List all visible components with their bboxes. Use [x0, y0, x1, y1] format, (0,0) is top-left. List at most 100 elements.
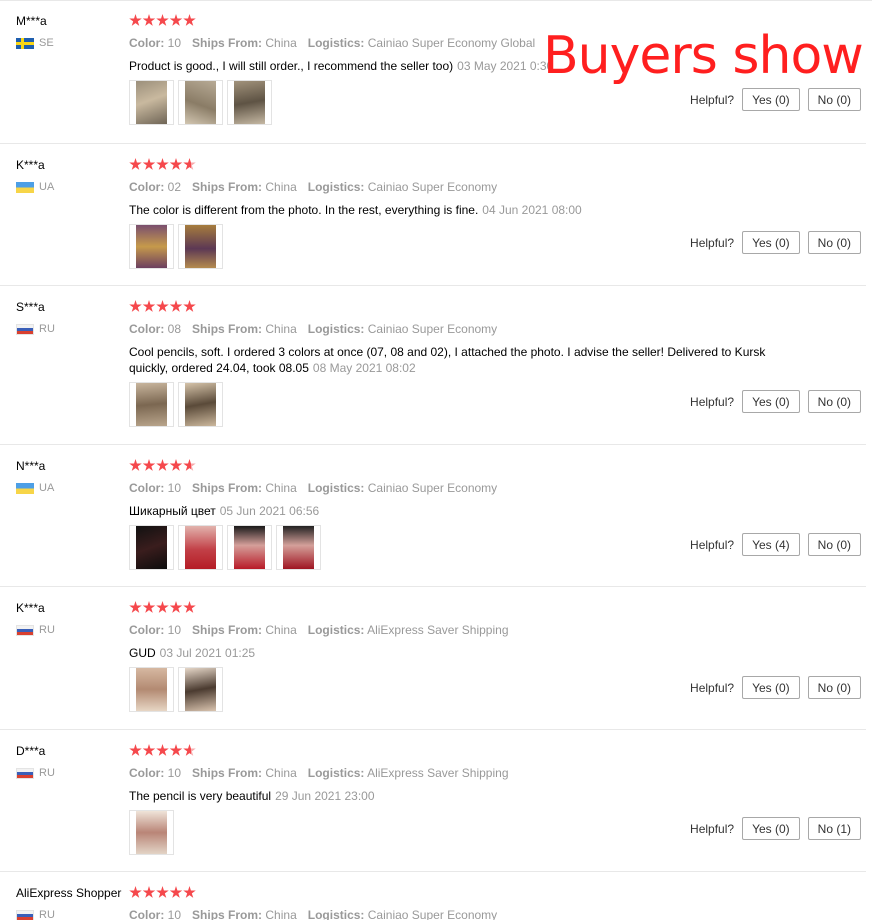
photo-image — [234, 81, 265, 124]
helpful-votes: Helpful? Yes (0) No (1) — [690, 817, 861, 840]
review-photo-thumbnail[interactable] — [227, 80, 272, 125]
review-text: Cool pencils, soft. I ordered 3 colors a… — [129, 344, 789, 376]
star-icon — [169, 459, 183, 471]
helpful-yes-button[interactable]: Yes (0) — [742, 231, 800, 254]
country-code: RU — [39, 767, 55, 779]
helpful-no-button[interactable]: No (1) — [807, 817, 861, 840]
review-text: GUD 03 Jul 2021 01:25 — [129, 645, 789, 661]
star-icon — [129, 300, 142, 312]
ships-from-label: Ships From: — [192, 36, 263, 50]
color-label: Color: — [129, 766, 165, 780]
color-value: 10 — [167, 36, 182, 50]
review-photos — [129, 224, 227, 269]
helpful-label: Helpful? — [690, 394, 735, 409]
order-details: Color: 10 Ships From: China Logistics: Cai… — [129, 481, 497, 495]
review-item: D***a RU Color: 10 Ships From: China Logisti… — [0, 730, 866, 872]
review-body: The color is different from the photo. I… — [129, 203, 479, 217]
reviewer-country: RU — [16, 767, 55, 779]
country-flag-icon — [16, 767, 34, 779]
review-photo-thumbnail[interactable] — [178, 667, 223, 712]
order-details: Color: 02 Ships From: China Logistics: Cai… — [129, 180, 497, 194]
star-icon — [156, 158, 169, 170]
photo-image — [136, 811, 167, 854]
ships-from-value: China — [265, 766, 297, 780]
helpful-yes-button[interactable]: Yes (4) — [742, 533, 800, 556]
star-icon — [142, 886, 156, 898]
review-photo-thumbnail[interactable] — [129, 810, 174, 855]
helpful-label: Helpful? — [690, 680, 735, 695]
review-date: 03 May 2021 0:30 — [457, 59, 554, 73]
ships-from-label: Ships From: — [192, 322, 263, 336]
star-icon — [156, 886, 169, 898]
logistics-value: Cainiao Super Economy — [367, 908, 498, 920]
review-photo-thumbnail[interactable] — [178, 224, 223, 269]
star-icon — [129, 459, 142, 471]
country-code: UA — [39, 482, 55, 494]
reviewer-country: RU — [16, 909, 55, 920]
ships-from-value: China — [265, 322, 297, 336]
color-label: Color: — [129, 36, 165, 50]
ships-from-value: China — [265, 623, 297, 637]
helpful-votes: Helpful? Yes (0) No (0) — [690, 231, 861, 254]
ships-from-value: China — [265, 36, 297, 50]
star-icon — [156, 744, 169, 756]
star-icon — [183, 459, 196, 471]
helpful-yes-button[interactable]: Yes (0) — [742, 676, 800, 699]
star-icon — [183, 300, 196, 312]
logistics-label: Logistics: — [307, 180, 365, 194]
helpful-yes-button[interactable]: Yes (0) — [742, 390, 800, 413]
photo-image — [136, 225, 167, 268]
helpful-no-button[interactable]: No (0) — [807, 390, 861, 413]
star-icon — [142, 459, 156, 471]
review-item: N***a UA Color: 10 Ships From: China Logisti… — [0, 445, 866, 587]
review-photo-thumbnail[interactable] — [129, 80, 174, 125]
star-icon — [169, 14, 183, 26]
photo-image — [185, 81, 216, 124]
logistics-value: Cainiao Super Economy — [367, 322, 498, 336]
color-label: Color: — [129, 908, 165, 920]
photo-image — [136, 383, 167, 426]
helpful-yes-button[interactable]: Yes (0) — [742, 88, 800, 111]
logistics-value: AliExpress Saver Shipping — [367, 623, 509, 637]
review-photo-thumbnail[interactable] — [276, 525, 321, 570]
review-photos — [129, 525, 325, 570]
helpful-votes: Helpful? Yes (4) No (0) — [690, 533, 861, 556]
review-photo-thumbnail[interactable] — [129, 224, 174, 269]
reviewer-name: K***a — [16, 158, 45, 172]
country-flag-icon — [16, 37, 34, 49]
review-body: GUD — [129, 646, 156, 660]
review-photo-thumbnail[interactable] — [178, 525, 223, 570]
reviewer-name: N***a — [16, 459, 46, 473]
helpful-label: Helpful? — [690, 537, 735, 552]
logistics-label: Logistics: — [307, 623, 365, 637]
country-code: RU — [39, 909, 55, 920]
photo-image — [234, 526, 265, 569]
helpful-no-button[interactable]: No (0) — [807, 533, 861, 556]
star-icon — [169, 601, 183, 613]
reviewer-name: K***a — [16, 601, 45, 615]
review-photo-thumbnail[interactable] — [227, 525, 272, 570]
review-photo-thumbnail[interactable] — [129, 382, 174, 427]
helpful-no-button[interactable]: No (0) — [807, 231, 861, 254]
country-code: SE — [39, 37, 54, 49]
review-photo-thumbnail[interactable] — [178, 80, 223, 125]
star-icon — [129, 158, 142, 170]
order-details: Color: 08 Ships From: China Logistics: Cai… — [129, 322, 497, 336]
helpful-yes-button[interactable]: Yes (0) — [742, 817, 800, 840]
review-photo-thumbnail[interactable] — [129, 667, 174, 712]
star-icon — [142, 601, 156, 613]
review-photo-thumbnail[interactable] — [129, 525, 174, 570]
ships-from-label: Ships From: — [192, 481, 263, 495]
color-value: 10 — [167, 623, 182, 637]
review-text: The pencil is very beautiful 29 Jun 2021 … — [129, 788, 789, 804]
country-flag-icon — [16, 323, 34, 335]
helpful-no-button[interactable]: No (0) — [807, 88, 861, 111]
country-code: UA — [39, 181, 55, 193]
review-photo-thumbnail[interactable] — [178, 382, 223, 427]
helpful-label: Helpful? — [690, 821, 735, 836]
helpful-no-button[interactable]: No (0) — [807, 676, 861, 699]
color-value: 10 — [167, 481, 182, 495]
logistics-value: Cainiao Super Economy — [367, 481, 498, 495]
star-icon — [169, 158, 183, 170]
review-body: Cool pencils, soft. I ordered 3 colors a… — [129, 345, 766, 375]
